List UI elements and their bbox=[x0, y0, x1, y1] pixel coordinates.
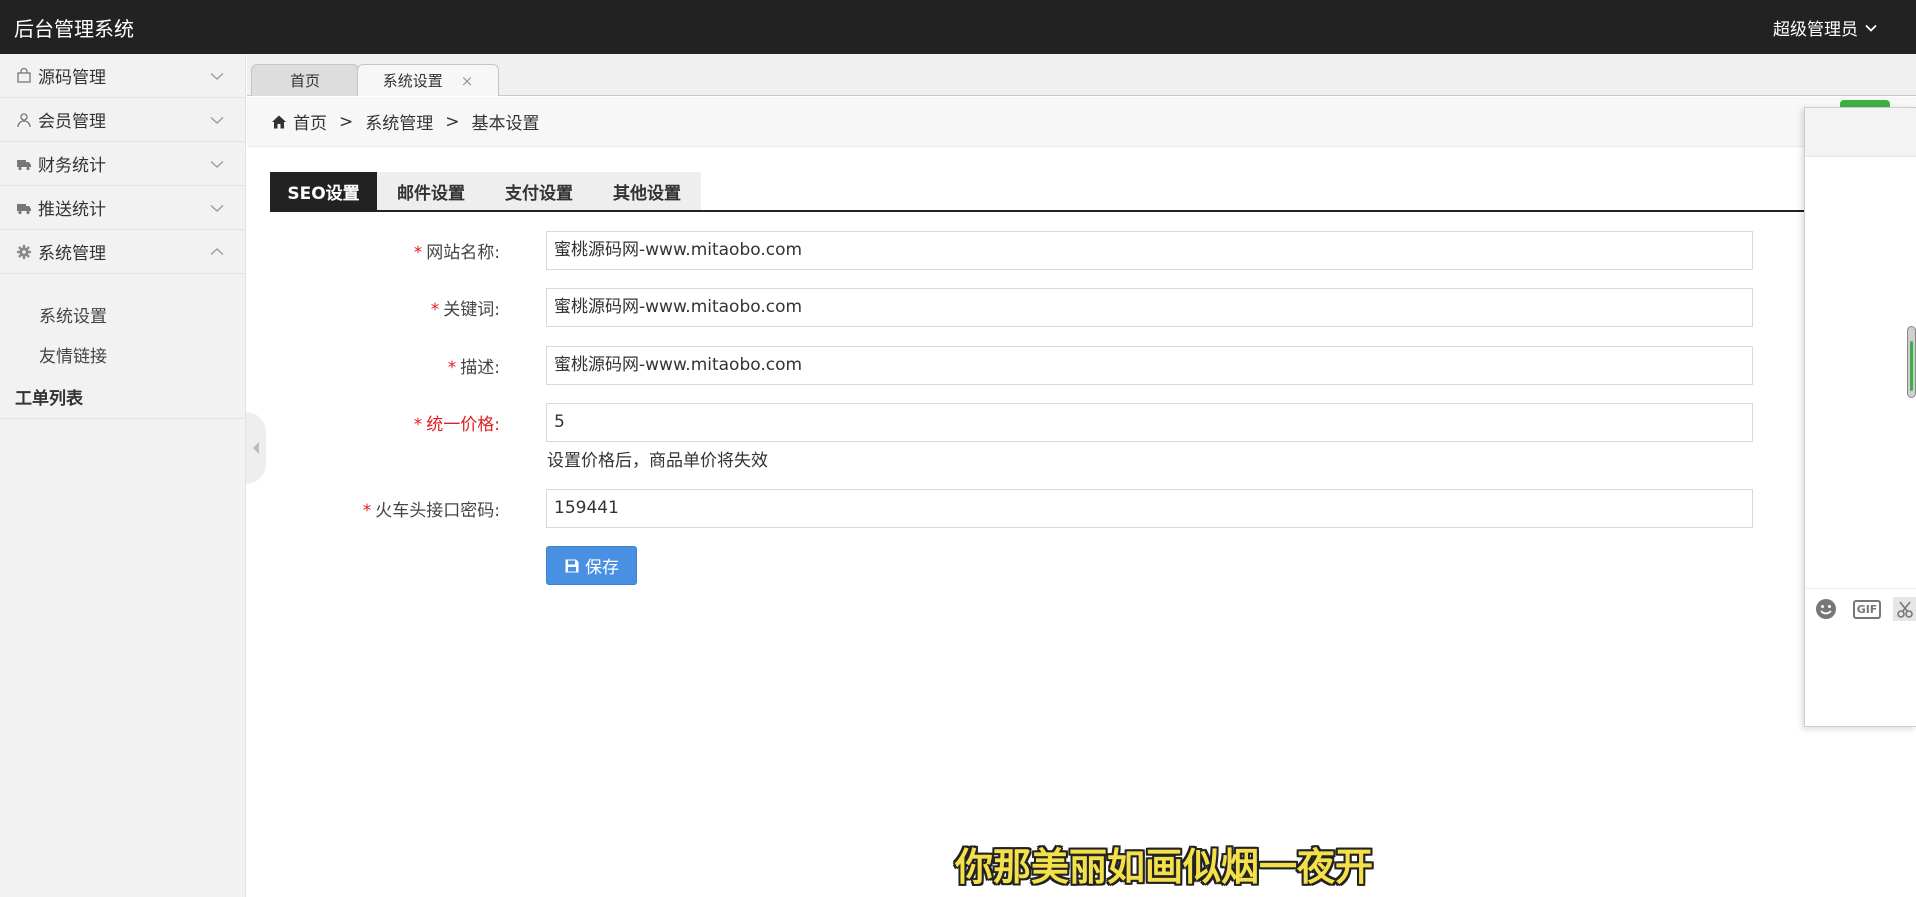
chevron-down-icon bbox=[210, 205, 224, 212]
sidebar-item-tickets[interactable]: 工单列表 bbox=[0, 375, 246, 419]
tab-seo[interactable]: SEO设置 bbox=[270, 172, 377, 210]
unified-price-input[interactable]: 5 bbox=[546, 403, 1753, 442]
chevron-down-icon bbox=[210, 161, 224, 168]
tab-label: 系统设置 bbox=[382, 72, 443, 90]
breadcrumb-separator: > bbox=[339, 111, 354, 132]
truck-icon bbox=[16, 200, 32, 216]
save-label: 保存 bbox=[585, 558, 619, 578]
required-mark: * bbox=[447, 358, 457, 378]
sidebar-item-members[interactable]: 会员管理 bbox=[0, 98, 246, 142]
gif-label: GIF bbox=[1852, 599, 1882, 619]
save-icon bbox=[565, 559, 579, 572]
breadcrumb-separator: > bbox=[445, 111, 460, 132]
chat-panel: GIF bbox=[1804, 107, 1916, 727]
bag-icon bbox=[16, 67, 32, 84]
chevron-down-icon bbox=[210, 73, 224, 80]
site-name-input[interactable]: 蜜桃源码网-www.mitaobo.com bbox=[546, 231, 1753, 270]
breadcrumb-current: 基本设置 bbox=[471, 114, 540, 134]
tab-other[interactable]: 其他设置 bbox=[593, 172, 701, 210]
keywords-label: * 关键词: bbox=[430, 300, 500, 320]
settings-tabs: SEO设置 邮件设置 支付设置 其他设置 bbox=[270, 172, 1810, 212]
app-title: 后台管理系统 bbox=[14, 17, 134, 41]
close-icon[interactable]: × bbox=[461, 72, 474, 90]
home-icon bbox=[272, 115, 286, 128]
keywords-input[interactable]: 蜜桃源码网-www.mitaobo.com bbox=[546, 288, 1753, 327]
truck-icon bbox=[16, 156, 32, 172]
top-header: 后台管理系统 超级管理员 bbox=[0, 0, 1916, 54]
video-subtitle: 你那美丽如画似烟一夜开 bbox=[955, 845, 1374, 889]
sidebar-subitem-links[interactable]: 友情链接 bbox=[39, 342, 107, 367]
breadcrumb-system[interactable]: 系统管理 bbox=[365, 109, 433, 134]
sidebar-collapse-handle[interactable] bbox=[246, 412, 266, 484]
sidebar-subitem-settings[interactable]: 系统设置 bbox=[39, 302, 107, 327]
required-mark: * bbox=[362, 501, 372, 521]
sidebar-item-source[interactable]: 源码管理 bbox=[0, 54, 246, 98]
chevron-down-icon bbox=[1865, 24, 1877, 32]
scissors-icon[interactable] bbox=[1893, 597, 1916, 621]
tab-system-settings[interactable]: 系统设置 × bbox=[357, 64, 499, 96]
chat-toolbar: GIF bbox=[1805, 588, 1916, 628]
sidebar-item-push[interactable]: 推送统计 bbox=[0, 186, 246, 230]
tab-label: 首页 bbox=[289, 72, 320, 90]
tab-bar: 首页 系统设置 × bbox=[247, 54, 1916, 96]
sidebar-item-label: 财务统计 bbox=[38, 156, 106, 176]
breadcrumb-home[interactable]: 首页 bbox=[293, 109, 327, 134]
tab-mail[interactable]: 邮件设置 bbox=[377, 172, 485, 210]
required-mark: * bbox=[430, 300, 440, 320]
description-label: * 描述: bbox=[447, 358, 500, 378]
required-mark: * bbox=[413, 415, 423, 435]
gear-icon bbox=[16, 244, 32, 260]
user-name: 超级管理员 bbox=[1773, 20, 1858, 40]
emoji-icon[interactable] bbox=[1813, 597, 1839, 621]
sidebar-item-label: 推送统计 bbox=[38, 200, 106, 220]
api-password-input[interactable]: 159441 bbox=[546, 489, 1753, 528]
required-mark: * bbox=[413, 243, 423, 263]
user-menu[interactable]: 超级管理员 bbox=[1773, 15, 1878, 40]
sidebar-item-label: 源码管理 bbox=[38, 68, 106, 88]
sidebar: 源码管理 会员管理 财务统计 推送统计 系统管理 系统设置 友情链接 工单列表 bbox=[0, 54, 246, 897]
description-input[interactable]: 蜜桃源码网-www.mitaobo.com bbox=[546, 346, 1753, 385]
sidebar-item-system[interactable]: 系统管理 bbox=[0, 230, 246, 274]
user-icon bbox=[16, 112, 32, 128]
unified-price-label: * 统一价格: bbox=[413, 415, 500, 435]
tab-payment[interactable]: 支付设置 bbox=[485, 172, 593, 210]
scroll-handle[interactable] bbox=[1907, 326, 1916, 398]
tab-home[interactable]: 首页 bbox=[251, 64, 359, 96]
gif-icon[interactable]: GIF bbox=[1852, 597, 1882, 621]
price-hint: 设置价格后，商品单价将失效 bbox=[547, 451, 768, 471]
breadcrumb: 首页 > 系统管理 > 基本设置 bbox=[247, 97, 1916, 147]
sidebar-item-label: 系统管理 bbox=[38, 244, 106, 264]
chat-panel-header bbox=[1805, 108, 1916, 157]
sidebar-item-label: 会员管理 bbox=[38, 112, 106, 132]
caret-left-icon bbox=[253, 442, 259, 454]
site-name-label: * 网站名称: bbox=[413, 243, 500, 263]
save-button[interactable]: 保存 bbox=[546, 546, 637, 585]
api-password-label: * 火车头接口密码: bbox=[362, 501, 500, 521]
chevron-down-icon bbox=[210, 117, 224, 124]
sidebar-item-finance[interactable]: 财务统计 bbox=[0, 142, 246, 186]
chevron-up-icon bbox=[210, 248, 224, 255]
